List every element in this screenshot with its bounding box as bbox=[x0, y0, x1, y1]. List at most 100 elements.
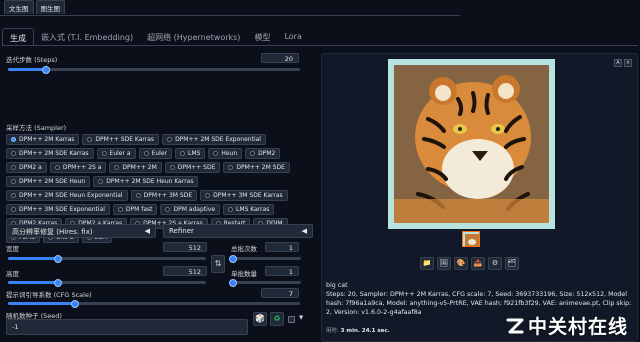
width-slider-thumb[interactable] bbox=[53, 254, 62, 263]
sampler-option[interactable]: Heun bbox=[208, 148, 243, 159]
radio-dot-icon bbox=[98, 179, 104, 184]
radio-dot-icon bbox=[228, 207, 234, 212]
sampler-option-label: DPM++ 2M SDE Heun Exponential bbox=[19, 192, 123, 199]
batch-count-input[interactable]: 1 bbox=[265, 242, 299, 252]
swap-icon: ⇅ bbox=[214, 259, 222, 268]
seed-input[interactable]: -1 bbox=[6, 319, 248, 335]
sampler-option[interactable]: DPM++ 2M SDE Exponential bbox=[162, 134, 266, 145]
sampler-option-label: DPM++ 3M SDE Karras bbox=[213, 192, 283, 199]
sampler-option[interactable]: DPM++ 2M SDE Heun Karras bbox=[93, 176, 199, 187]
steps-slider-thumb[interactable] bbox=[41, 65, 50, 74]
dice-icon: 🎲 bbox=[255, 314, 265, 323]
font-toggle-button[interactable]: A bbox=[614, 59, 622, 67]
radio-dot-icon bbox=[101, 151, 107, 156]
sampler-option[interactable]: DPM++ 2M Karras bbox=[6, 134, 80, 145]
batch-count-slider-thumb[interactable] bbox=[229, 254, 237, 263]
sampler-option[interactable]: DPM++ 3M SDE Exponential bbox=[6, 204, 110, 215]
refiner-label: Refiner bbox=[169, 227, 194, 235]
radio-dot-icon bbox=[165, 207, 171, 212]
sampler-option[interactable]: DPM fast bbox=[112, 204, 158, 215]
radio-dot-icon bbox=[250, 151, 256, 156]
sampler-option[interactable]: DPM++ SDE Karras bbox=[82, 134, 160, 145]
caret-left-icon: ◀ bbox=[301, 227, 307, 235]
hires-fix-accordion[interactable]: 高分辨率修复 (Hires. fix) ◀ bbox=[6, 224, 156, 238]
elapsed-time: 用时: 3 min. 24.1 sec. bbox=[326, 326, 390, 334]
sampler-label: 采样方法 (Sampler) bbox=[6, 124, 67, 132]
send-to-inpaint-button[interactable]: 📤 bbox=[471, 257, 485, 270]
height-label: 高度 bbox=[6, 270, 19, 278]
reuse-seed-button[interactable]: ♻ bbox=[270, 312, 284, 326]
tab-img2img[interactable]: 图生图 bbox=[35, 0, 65, 14]
cfg-slider[interactable] bbox=[8, 299, 300, 308]
send-to-img2img-button[interactable]: 🎨 bbox=[454, 257, 468, 270]
sampler-option[interactable]: LMS bbox=[174, 148, 206, 159]
settings-panel: 迭代步数 (Steps) 20 采样方法 (Sampler) DPM++ 2M … bbox=[3, 48, 315, 342]
height-slider-thumb[interactable] bbox=[53, 278, 62, 287]
height-slider[interactable] bbox=[8, 278, 206, 287]
batch-count-slider[interactable] bbox=[229, 254, 301, 263]
swap-dimensions-button[interactable]: ⇅ bbox=[211, 255, 225, 273]
sampler-option-label: DPM++ 3M SDE bbox=[143, 192, 193, 199]
sampler-option[interactable]: DPM++ 2M SDE Karras bbox=[6, 148, 94, 159]
sampler-option[interactable]: DPM++ 2M SDE Heun Exponential bbox=[6, 190, 128, 201]
steps-slider-fill bbox=[8, 68, 46, 71]
cfg-input[interactable]: 7 bbox=[261, 288, 299, 298]
sampler-option-label: LMS bbox=[187, 150, 201, 157]
save-button[interactable]: 🖼 bbox=[437, 257, 451, 270]
radio-dot-icon bbox=[135, 193, 141, 198]
batch-size-input[interactable]: 1 bbox=[265, 266, 299, 276]
sampler-option-label: DPM++ 2M bbox=[122, 164, 157, 171]
sampler-option[interactable]: DPM++ 2M SDE Heun bbox=[6, 176, 91, 187]
steps-input[interactable]: 20 bbox=[261, 53, 299, 63]
recycle-icon: ♻ bbox=[273, 314, 281, 323]
sampler-option[interactable]: Euler bbox=[138, 148, 172, 159]
batch-size-slider-thumb[interactable] bbox=[229, 278, 237, 287]
cfg-slider-thumb[interactable] bbox=[71, 299, 80, 308]
sampler-option[interactable]: DPM2 a bbox=[6, 162, 47, 173]
width-slider[interactable] bbox=[8, 254, 206, 263]
sampler-option[interactable]: DPM2 bbox=[245, 148, 281, 159]
radio-dot-icon bbox=[117, 207, 123, 212]
radio-dot-icon bbox=[169, 165, 175, 170]
sampler-option-label: DPM++ 2S a bbox=[62, 164, 102, 171]
expand-extra-icon[interactable]: ▼ bbox=[299, 315, 303, 321]
height-input[interactable]: 512 bbox=[163, 266, 207, 276]
tab-hypernetworks[interactable]: 超网络 (Hypernetworks) bbox=[140, 28, 247, 46]
tab-txt2img[interactable]: 文生图 bbox=[4, 0, 34, 14]
sampler-option[interactable]: LMS Karras bbox=[223, 204, 275, 215]
batch-size-slider[interactable] bbox=[229, 278, 301, 287]
cfg-slider-fill bbox=[8, 302, 76, 305]
tab-embedding[interactable]: 嵌入式 (T.I. Embedding) bbox=[34, 28, 140, 46]
gear-icon: ⚙ bbox=[491, 259, 499, 267]
random-seed-button[interactable]: 🎲 bbox=[253, 312, 267, 326]
radio-dot-icon bbox=[205, 193, 211, 198]
sampler-option[interactable]: DPM adaptive bbox=[160, 204, 221, 215]
sampler-option[interactable]: DPM++ 2M bbox=[109, 162, 162, 173]
width-input[interactable]: 512 bbox=[163, 242, 207, 252]
tab-generate[interactable]: 生成 bbox=[2, 28, 34, 46]
tab-lora[interactable]: Lora bbox=[277, 28, 308, 46]
generated-image[interactable] bbox=[388, 59, 555, 229]
sampler-option[interactable]: Euler a bbox=[96, 148, 136, 159]
archive-button[interactable]: 🗂 bbox=[505, 257, 519, 270]
cfg-label: 提示词引导系数 (CFG Scale) bbox=[6, 291, 92, 299]
sampler-option[interactable]: DPM++ 3M SDE bbox=[130, 190, 198, 201]
image-thumbnail[interactable] bbox=[462, 231, 480, 247]
radio-dot-icon bbox=[213, 151, 219, 156]
close-icon[interactable]: × bbox=[624, 59, 632, 67]
radio-dot-icon bbox=[179, 151, 185, 156]
sampler-option[interactable]: DPM++ 2M SDE bbox=[223, 162, 290, 173]
open-folder-button[interactable]: 📁 bbox=[420, 257, 434, 270]
sampler-option-label: DPM++ 2M SDE Heun Karras bbox=[106, 178, 194, 185]
send-to-extras-button[interactable]: ⚙ bbox=[488, 257, 502, 270]
refiner-accordion[interactable]: Refiner ◀ bbox=[163, 224, 313, 238]
steps-slider[interactable] bbox=[8, 65, 300, 74]
tab-models[interactable]: 模型 bbox=[247, 28, 277, 46]
sampler-option[interactable]: DPM++ 3M SDE Karras bbox=[200, 190, 288, 201]
sampler-option-label: DPM++ 3M SDE Exponential bbox=[19, 206, 105, 213]
archive-icon: 🗂 bbox=[507, 259, 517, 267]
sampler-option[interactable]: DPM++ SDE bbox=[164, 162, 221, 173]
radio-dot-icon bbox=[87, 137, 93, 142]
extra-seed-checkbox[interactable] bbox=[288, 316, 295, 323]
sampler-option[interactable]: DPM++ 2S a bbox=[49, 162, 107, 173]
